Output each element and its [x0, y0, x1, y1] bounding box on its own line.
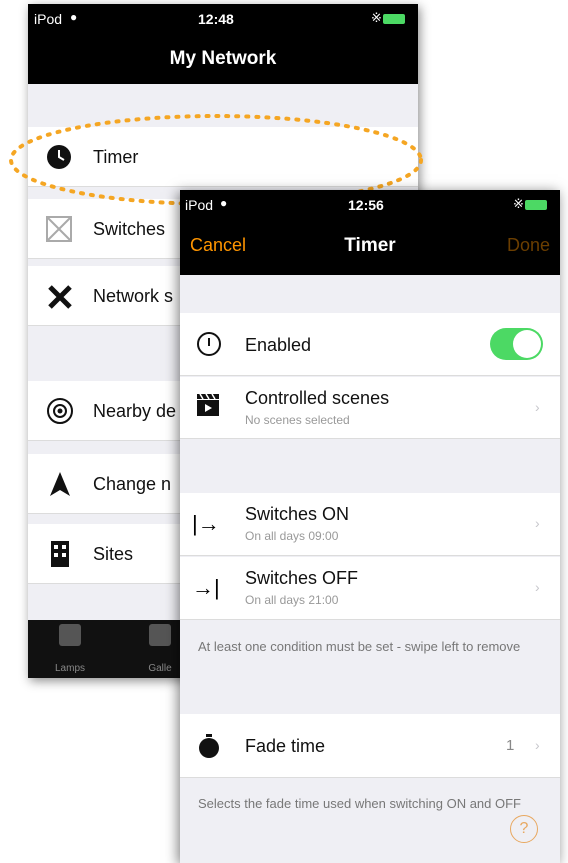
bluetooth-icon: ※	[371, 10, 382, 25]
switches-off-row[interactable]: →| Switches OFF On all days 21:00 ›	[180, 557, 560, 620]
fade-time-value: 1	[506, 737, 515, 754]
fade-note: Selects the fade time used when switchin…	[198, 796, 521, 811]
fade-time-label: Fade time	[245, 736, 326, 756]
switches-icon	[46, 216, 72, 242]
battery-icon	[383, 14, 405, 24]
lamp-icon	[59, 624, 81, 646]
nav-bar: Cancel Timer Done	[180, 220, 560, 275]
page-title: My Network	[28, 34, 418, 84]
condition-note: At least one condition must be set - swi…	[198, 639, 521, 654]
carrier-label: iPod	[34, 11, 63, 27]
bluetooth-icon: ※	[513, 196, 524, 211]
tools-icon	[48, 285, 72, 309]
list-item-label: Nearby de	[93, 401, 177, 421]
timer-screen: iPod ● 12:56 ※ Cancel Timer Done Enabled…	[180, 190, 560, 863]
switches-on-row[interactable]: |→ Switches ON On all days 09:00 ›	[180, 493, 560, 556]
controlled-scenes-sub: No scenes selected	[245, 413, 350, 427]
building-icon	[51, 541, 69, 567]
controlled-scenes-row[interactable]: Controlled scenes No scenes selected ›	[180, 377, 560, 439]
gallery-icon	[149, 624, 171, 646]
controlled-scenes-label: Controlled scenes	[245, 388, 390, 408]
tab-label: Lamps	[54, 663, 85, 674]
enabled-row: Enabled	[180, 313, 560, 376]
switches-off-sub: On all days 21:00	[245, 593, 339, 607]
status-bar: iPod ● 12:48 ※	[28, 4, 418, 34]
navigation-arrow-icon	[50, 472, 70, 496]
enabled-toggle[interactable]	[490, 328, 543, 360]
toggle-knob	[513, 330, 541, 358]
wifi-icon: ●	[220, 196, 228, 210]
list-item-label: Network s	[93, 286, 174, 306]
nav-title: Timer	[344, 235, 396, 256]
battery-icon	[525, 200, 547, 210]
help-icon[interactable]: ?	[510, 815, 538, 843]
stopwatch-icon	[199, 734, 219, 758]
done-button[interactable]: Done	[507, 235, 550, 256]
switches-off-label: Switches OFF	[245, 568, 359, 588]
wifi-icon: ●	[70, 10, 78, 24]
switch-off-arrow-icon: →|	[192, 575, 220, 600]
carrier-label: iPod	[185, 197, 214, 213]
list-item-label: Switches	[93, 219, 166, 239]
chevron-right-icon: ›	[535, 515, 540, 531]
switch-on-arrow-icon: |→	[192, 511, 220, 536]
nearby-devices-icon	[47, 398, 73, 424]
status-time: 12:48	[198, 11, 234, 27]
enabled-label: Enabled	[245, 335, 312, 355]
status-time: 12:56	[348, 197, 384, 213]
list-item-label: Sites	[93, 544, 134, 564]
tab-lamps[interactable]: Lamps	[40, 616, 100, 674]
switches-on-sub: On all days 09:00	[245, 529, 339, 543]
fade-time-row[interactable]: Fade time 1 ›	[180, 714, 560, 778]
chevron-right-icon: ›	[535, 737, 540, 753]
chevron-right-icon: ›	[535, 399, 540, 415]
clapperboard-icon	[197, 393, 219, 416]
chevron-right-icon: ›	[535, 579, 540, 595]
status-bar: iPod ● 12:56 ※	[180, 190, 560, 220]
switches-on-label: Switches ON	[245, 504, 350, 524]
list-item-label: Change n	[93, 474, 172, 494]
power-icon	[197, 332, 221, 356]
